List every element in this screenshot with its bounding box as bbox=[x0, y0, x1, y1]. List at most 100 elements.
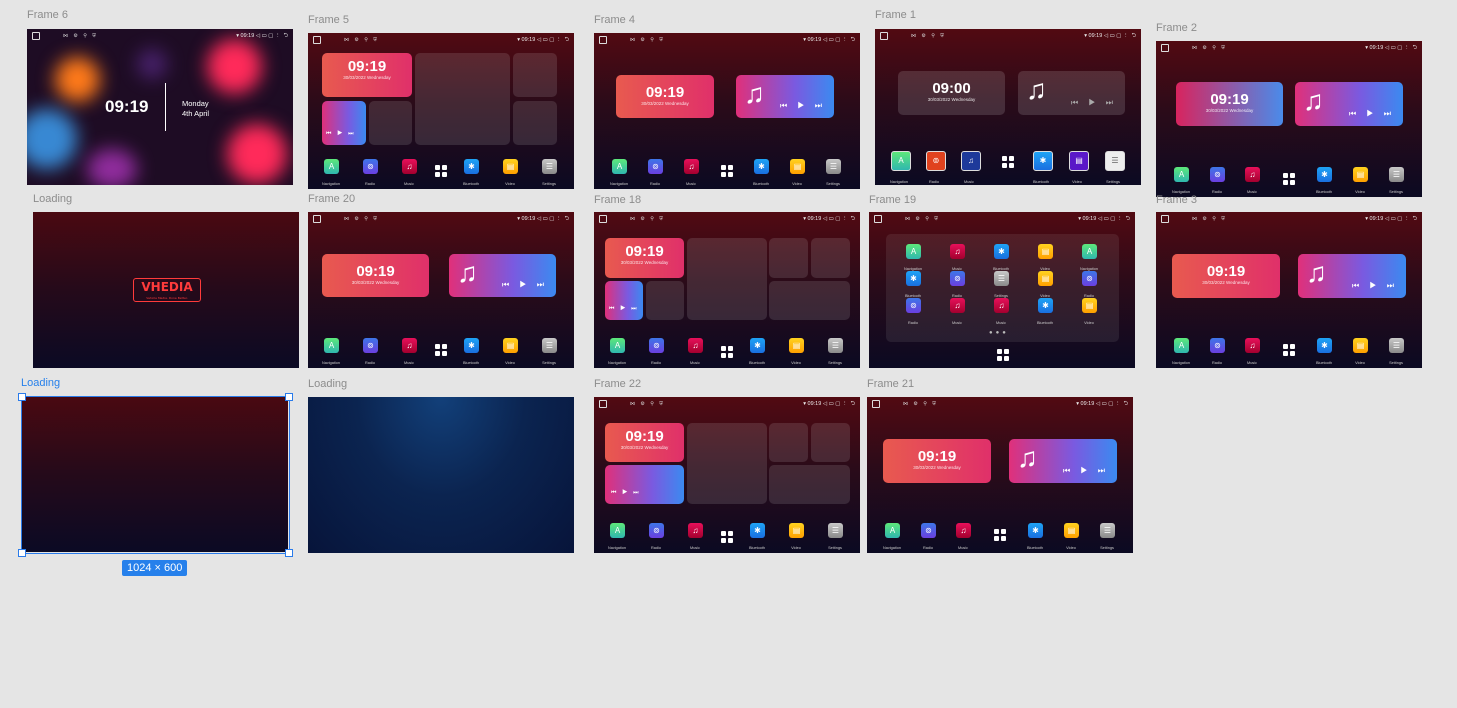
music-widget[interactable]: ♫ ⏮ ▶ ⏭ bbox=[449, 254, 556, 297]
video-app[interactable]: ▤ Video bbox=[1038, 244, 1053, 271]
home-icon[interactable] bbox=[1161, 44, 1169, 52]
frame-label[interactable]: Frame 5 bbox=[308, 14, 349, 26]
music-widget[interactable]: ⏮ ▶ ⏭ bbox=[605, 281, 643, 320]
radio-app[interactable]: ⊚ Radio bbox=[1082, 271, 1097, 298]
home-icon[interactable] bbox=[880, 32, 888, 40]
bluetooth-app[interactable]: ✱ Bluetooth bbox=[1037, 298, 1053, 325]
radio-app[interactable]: ⊚ Radio bbox=[906, 298, 921, 325]
widget-tile[interactable] bbox=[687, 423, 767, 504]
music-widget[interactable]: ⏮ ▶ ⏭ bbox=[322, 101, 366, 145]
settings-app[interactable]: ☰ Settings bbox=[1100, 523, 1115, 550]
navigation-app[interactable]: A Navigation bbox=[608, 338, 626, 365]
clock-widget[interactable]: 09:19 30/03/2022 Wednesday bbox=[605, 238, 684, 278]
frame-22[interactable]: ⋈ ⚙ ⚲ ⛨ ▾ 09:19 ◁ ▭ ▢ ⋮ ⮌ 09:19 30/03/202… bbox=[594, 397, 860, 553]
music-app[interactable]: ♫ Music bbox=[688, 523, 703, 550]
music-widget[interactable]: ⏮ ▶ ⏭ bbox=[605, 465, 684, 504]
radio-app[interactable]: ⊚ Radio bbox=[950, 271, 965, 298]
radio-app[interactable]: ⊚ Radio bbox=[649, 338, 664, 365]
settings-app[interactable]: ☰ Settings bbox=[1389, 338, 1404, 365]
navigation-app[interactable]: A Navigation bbox=[904, 244, 922, 271]
resize-handle[interactable] bbox=[18, 393, 26, 401]
music-app[interactable]: ♫ Music bbox=[950, 244, 965, 271]
radio-app[interactable]: ⊚ Radio bbox=[926, 151, 946, 184]
clock-widget[interactable]: 09:00 30/03/2022 Wednesday bbox=[898, 71, 1005, 115]
bluetooth-app[interactable]: ✱ Bluetooth bbox=[1316, 167, 1332, 194]
music-widget[interactable]: ♫ ⏮ ▶ ⏭ bbox=[1009, 439, 1117, 483]
frame-label[interactable]: Frame 20 bbox=[308, 193, 355, 205]
bluetooth-app[interactable]: ✱ Bluetooth bbox=[463, 338, 479, 365]
bluetooth-app[interactable]: ✱ Bluetooth bbox=[1027, 523, 1043, 550]
home-icon[interactable] bbox=[874, 215, 882, 223]
resize-handle[interactable] bbox=[18, 549, 26, 557]
navigation-app[interactable]: A Navigation bbox=[608, 523, 626, 550]
navigation-app[interactable]: A Navigation bbox=[322, 159, 340, 186]
widget-tile[interactable] bbox=[769, 281, 850, 320]
page-indicator[interactable]: ●●● bbox=[989, 330, 1009, 336]
clock-widget[interactable]: 09:19 30/03/2022 Wednesday bbox=[605, 423, 684, 462]
music-app[interactable]: ♫ Music bbox=[402, 338, 417, 365]
frame-label[interactable]: Loading bbox=[308, 378, 347, 390]
frame-3[interactable]: ⋈ ⚙ ⚲ ⛨ ▾ 09:19 ◁ ▭ ▢ ⋮ ⮌ 09:19 30/03/202… bbox=[1156, 212, 1422, 368]
music-app[interactable]: ♫ Music bbox=[684, 159, 699, 186]
video-app[interactable]: ▤ Video bbox=[790, 159, 805, 186]
radio-app[interactable]: ⊚ Radio bbox=[921, 523, 936, 550]
music-controls[interactable]: ⏮ ▶ ⏭ bbox=[326, 131, 356, 138]
clock-widget[interactable]: 09:19 30/03/2022 Wednesday bbox=[322, 53, 412, 97]
navigation-app[interactable]: A Navigation bbox=[610, 159, 628, 186]
resize-handle[interactable] bbox=[285, 393, 293, 401]
video-app[interactable]: ▤ Video bbox=[1064, 523, 1079, 550]
widget-tile[interactable] bbox=[646, 281, 684, 320]
video-app[interactable]: ▤ Video bbox=[503, 338, 518, 365]
home-icon[interactable] bbox=[599, 400, 607, 408]
music-widget[interactable]: ♫ ⏮ ▶ ⏭ bbox=[1018, 71, 1125, 115]
music-widget[interactable]: ♫ ⏮ ▶ ⏭ bbox=[1295, 82, 1403, 126]
bluetooth-app[interactable]: ✱ Bluetooth bbox=[1316, 338, 1332, 365]
music-controls[interactable]: ⏮ ▶ ⏭ bbox=[1071, 98, 1117, 108]
widget-tile[interactable] bbox=[513, 53, 557, 97]
video-app[interactable]: ▤ Video bbox=[789, 338, 804, 365]
app-grid-icon[interactable] bbox=[1283, 344, 1295, 356]
widget-tile[interactable] bbox=[415, 53, 510, 145]
music-controls[interactable]: ⏮ ▶ ⏭ bbox=[1352, 281, 1398, 291]
navigation-app[interactable]: A Navigation bbox=[890, 151, 911, 184]
frame-label-selected[interactable]: Loading bbox=[21, 377, 60, 389]
video-app[interactable]: ▤ Video bbox=[1038, 271, 1053, 298]
frame-18[interactable]: ⋈ ⚙ ⚲ ⛨ ▾ 09:19 ◁ ▭ ▢ ⋮ ⮌ 09:19 30/03/202… bbox=[594, 212, 860, 368]
frame-label[interactable]: Frame 4 bbox=[594, 14, 635, 26]
video-app[interactable]: ▤ Video bbox=[1353, 338, 1368, 365]
home-icon[interactable] bbox=[599, 215, 607, 223]
frame-1[interactable]: ⋈ ⚙ ⚲ ⛨ ▾ 09:19 ◁ ▭ ▢ ⋮ ⮌ 09:00 30/03/202… bbox=[875, 29, 1141, 185]
settings-app[interactable]: ☰ Settings bbox=[828, 338, 843, 365]
radio-app[interactable]: ⊚ Radio bbox=[1210, 167, 1225, 194]
settings-app[interactable]: ☰ Settings bbox=[1389, 167, 1404, 194]
frame-label[interactable]: Frame 6 bbox=[27, 9, 68, 21]
app-grid-icon[interactable] bbox=[435, 165, 447, 177]
frame-4[interactable]: ⋈ ⚙ ⚲ ⛨ ▾ 09:19 ◁ ▭ ▢ ⋮ ⮌ 09:19 30/03/202… bbox=[594, 33, 860, 189]
bluetooth-app[interactable]: ✱ Bluetooth bbox=[749, 523, 765, 550]
clock-widget[interactable]: 09:19 30/03/2022 Wednesday bbox=[322, 254, 429, 297]
home-icon[interactable] bbox=[32, 32, 40, 40]
video-app[interactable]: ▤ Video bbox=[789, 523, 804, 550]
video-app[interactable]: ▤ Video bbox=[1353, 167, 1368, 194]
music-app[interactable]: ♫ Music bbox=[688, 338, 703, 365]
frame-label[interactable]: Frame 2 bbox=[1156, 22, 1197, 34]
music-app[interactable]: ♫ Music bbox=[1245, 167, 1260, 194]
frame-2[interactable]: ⋈ ⚙ ⚲ ⛨ ▾ 09:19 ◁ ▭ ▢ ⋮ ⮌ 09:19 30/03/202… bbox=[1156, 41, 1422, 197]
widget-tile[interactable] bbox=[369, 101, 412, 145]
widget-tile[interactable] bbox=[769, 465, 850, 504]
loading-frame[interactable]: VHEDIA Vehicle Media. Done Better. bbox=[33, 212, 299, 368]
music-controls[interactable]: ⏮ ▶ ⏭ bbox=[780, 101, 826, 111]
app-grid-icon[interactable] bbox=[1002, 156, 1014, 168]
frame-label[interactable]: Frame 1 bbox=[875, 9, 916, 21]
frame-5[interactable]: ⋈ ⚙ ⚲ ⛨ ▾ 09:19 ◁ ▭ ▢ ⋮ ⮌ 09:19 30/03/202… bbox=[308, 33, 574, 189]
video-app[interactable]: ▤ Video bbox=[1069, 151, 1089, 184]
music-widget[interactable]: ♫ ⏮ ▶ ⏭ bbox=[1298, 254, 1406, 298]
app-grid-icon[interactable] bbox=[721, 531, 733, 543]
home-icon[interactable] bbox=[599, 36, 607, 44]
settings-app[interactable]: ☰ Settings bbox=[542, 338, 557, 365]
loading-frame-blue[interactable] bbox=[308, 397, 574, 553]
radio-app[interactable]: ⊚ Radio bbox=[363, 159, 378, 186]
bluetooth-app[interactable]: ✱ Bluetooth bbox=[905, 271, 921, 298]
home-icon[interactable] bbox=[1161, 215, 1169, 223]
bluetooth-app[interactable]: ✱ Bluetooth bbox=[753, 159, 769, 186]
